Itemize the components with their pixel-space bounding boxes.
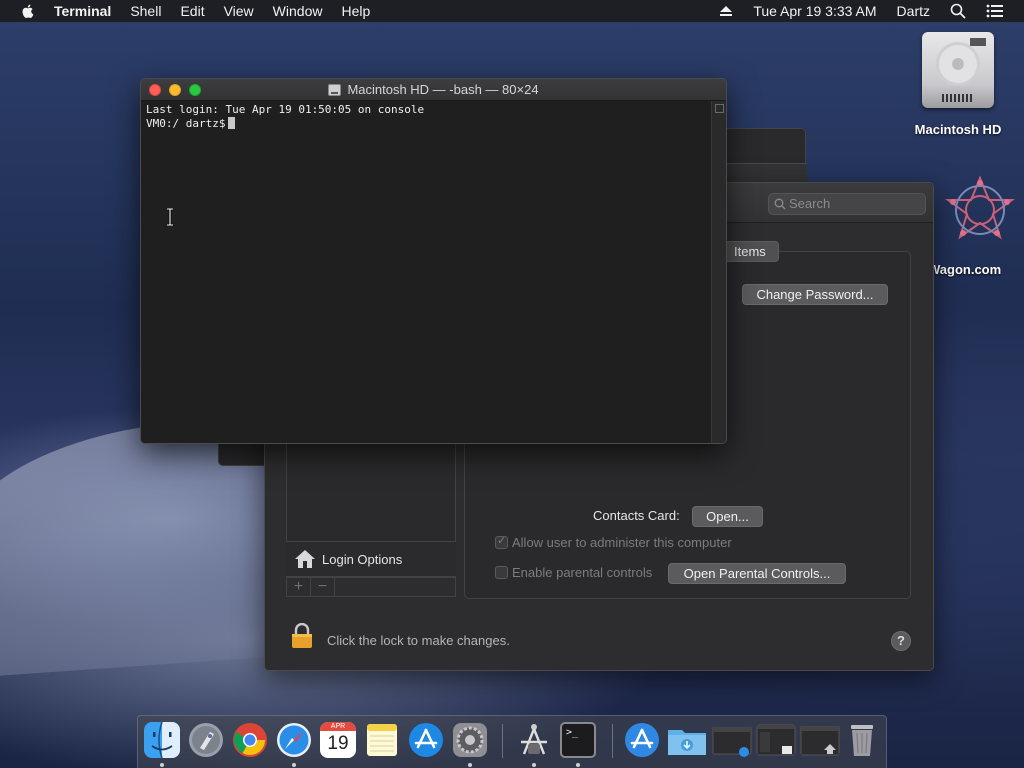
desktop-icon-macintosh-hd[interactable]: Macintosh HD <box>908 32 1008 137</box>
terminal-title: Macintosh HD — -bash — 80×24 <box>347 82 539 97</box>
chrome-icon[interactable] <box>232 722 268 758</box>
minimized-window-icon[interactable] <box>756 722 796 758</box>
menu-user[interactable]: Dartz <box>897 3 930 19</box>
calendar-day: 19 <box>327 733 349 754</box>
add-user-button[interactable]: + <box>287 578 311 596</box>
dock-separator <box>502 724 503 758</box>
remove-user-button[interactable]: − <box>311 578 335 596</box>
terminal-icon[interactable]: >_ <box>560 722 596 758</box>
open-contacts-button[interactable]: Open... <box>692 506 763 527</box>
zoom-window-button[interactable] <box>189 84 201 96</box>
close-window-button[interactable] <box>149 84 161 96</box>
terminal-prompt: VM0:/ dartz$ <box>146 117 226 130</box>
minimized-window-icon[interactable] <box>712 722 752 758</box>
notes-icon[interactable] <box>364 722 400 758</box>
trash-icon[interactable] <box>844 722 880 758</box>
launchpad-icon[interactable] <box>188 722 224 758</box>
menu-help[interactable]: Help <box>341 3 370 19</box>
terminal-output[interactable]: Last login: Tue Apr 19 01:50:05 on conso… <box>146 102 710 443</box>
lock-icon[interactable] <box>291 623 313 649</box>
eject-icon[interactable] <box>719 5 733 17</box>
applications-folder-icon[interactable] <box>624 722 660 758</box>
desktop-icon-wagon[interactable]: Wagon.com <box>928 175 1024 277</box>
login-options-label: Login Options <box>322 551 403 567</box>
parental-controls-label: Enable parental controls <box>512 565 653 580</box>
desktop-icon-label: Macintosh HD <box>914 122 1002 137</box>
parental-controls-checkbox[interactable] <box>495 566 508 579</box>
parental-controls-row: Enable parental controls <box>495 565 652 580</box>
contacts-card-label: Contacts Card: <box>593 508 680 523</box>
system-preferences-icon[interactable] <box>452 722 488 758</box>
calendar-icon[interactable]: APR 19 <box>320 722 356 758</box>
wagon-star-icon <box>944 175 1016 240</box>
menu-clock[interactable]: Tue Apr 19 3:33 AM <box>753 3 876 19</box>
directory-utility-icon[interactable] <box>516 722 552 758</box>
running-indicator <box>160 763 164 767</box>
notification-center-icon[interactable] <box>986 4 1004 18</box>
allow-admin-label: Allow user to administer this computer <box>512 535 732 550</box>
menu-shell[interactable]: Shell <box>130 3 161 19</box>
minimize-window-button[interactable] <box>169 84 181 96</box>
terminal-glyph: >_ <box>566 727 579 738</box>
running-indicator <box>468 763 472 767</box>
desktop-icon-label: Wagon.com <box>928 262 1002 277</box>
change-password-button[interactable]: Change Password... <box>742 284 888 305</box>
allow-admin-checkbox[interactable] <box>495 534 508 549</box>
help-button[interactable]: ? <box>891 631 911 651</box>
minimized-window-icon[interactable] <box>800 722 840 758</box>
prefs-search-field[interactable]: Search <box>768 193 926 215</box>
finder-icon[interactable] <box>144 722 180 758</box>
safari-icon[interactable] <box>276 722 312 758</box>
terminal-scrollbar[interactable] <box>711 101 726 443</box>
terminal-titlebar[interactable]: Macintosh HD — -bash — 80×24 <box>141 79 726 101</box>
menu-app-name[interactable]: Terminal <box>54 3 111 19</box>
running-indicator <box>292 763 296 767</box>
spotlight-search-icon[interactable] <box>950 3 966 19</box>
scrollbar-thumb[interactable] <box>715 104 724 113</box>
search-placeholder: Search <box>789 196 831 211</box>
menu-edit[interactable]: Edit <box>180 3 204 19</box>
running-indicator <box>576 763 580 767</box>
add-remove-bar: + − <box>286 577 456 597</box>
ibeam-cursor-icon <box>167 208 173 226</box>
dock: APR 19 >_ <box>137 715 887 768</box>
calendar-month: APR <box>320 722 356 731</box>
dock-separator <box>612 724 613 758</box>
house-icon <box>295 550 315 568</box>
open-parental-controls-button[interactable]: Open Parental Controls... <box>668 563 846 584</box>
terminal-line: Last login: Tue Apr 19 01:50:05 on conso… <box>146 103 425 116</box>
menu-bar: Terminal Shell Edit View Window Help Tue… <box>0 0 1024 22</box>
terminal-window[interactable]: Macintosh HD — -bash — 80×24 Last login:… <box>140 78 727 444</box>
text-cursor <box>228 117 236 129</box>
allow-admin-row: Allow user to administer this computer <box>495 534 732 550</box>
app-store-icon[interactable] <box>408 722 444 758</box>
search-icon <box>774 198 786 210</box>
running-indicator <box>532 763 536 767</box>
lock-instruction-text: Click the lock to make changes. <box>327 633 510 648</box>
menu-window[interactable]: Window <box>273 3 323 19</box>
login-options-item[interactable]: Login Options <box>286 541 456 577</box>
menu-view[interactable]: View <box>224 3 254 19</box>
tab-login-items[interactable]: Items <box>721 241 779 262</box>
hard-drive-icon <box>922 32 994 108</box>
drive-icon <box>328 84 342 96</box>
apple-icon[interactable] <box>20 3 36 19</box>
downloads-folder-icon[interactable] <box>666 722 708 758</box>
